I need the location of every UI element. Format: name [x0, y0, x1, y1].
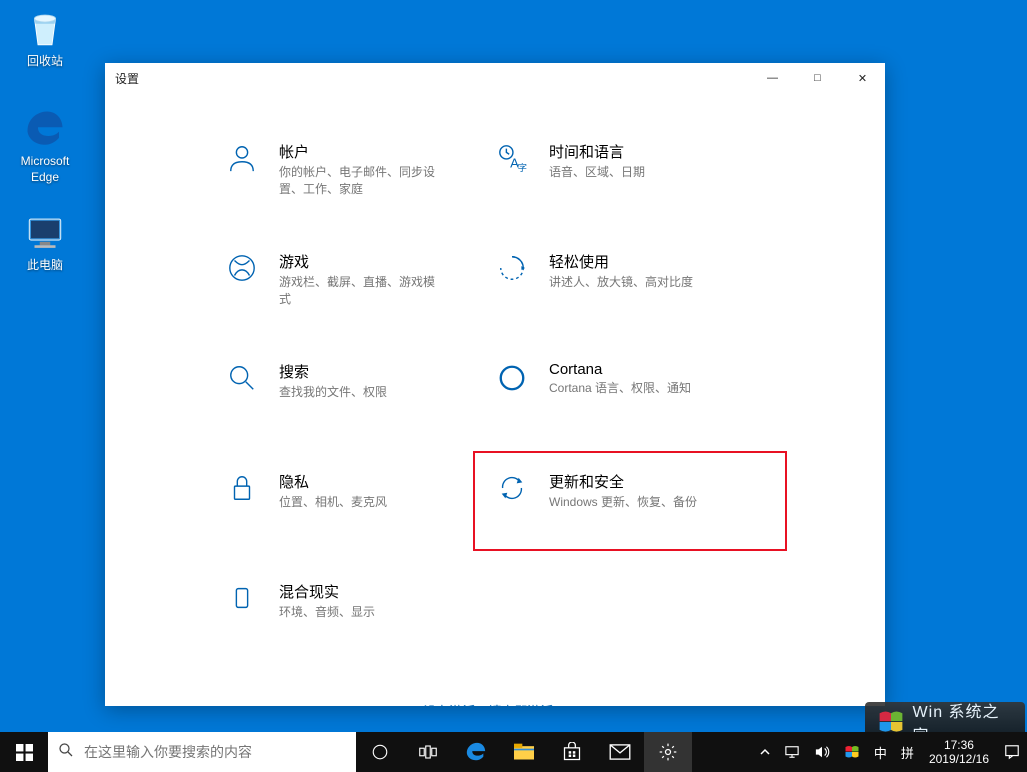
taskbar-app-store[interactable]: [548, 732, 596, 772]
ease-of-access-icon: [495, 251, 529, 285]
monitor-icon: [24, 212, 66, 254]
taskbar-search-box[interactable]: [48, 732, 356, 772]
tray-network-icon[interactable]: [777, 732, 807, 772]
settings-window: 设置 — □ ✕ 帐户 你的帐户、电子邮件、同步设置、工作、家庭: [105, 63, 885, 706]
category-title: 搜索: [279, 361, 387, 382]
desktop-icon-label: 此电脑: [8, 258, 82, 274]
category-subtitle: 讲述人、放大镜、高对比度: [549, 274, 693, 291]
tray-action-center[interactable]: [997, 732, 1027, 772]
category-cortana[interactable]: Cortana Cortana 语言、权限、通知: [495, 361, 765, 421]
window-maximize-button[interactable]: □: [795, 63, 840, 93]
category-title: 游戏: [279, 251, 439, 272]
desktop-icon-label: 回收站: [8, 54, 82, 70]
mixed-reality-icon: [225, 581, 259, 615]
desktop-icon-recycle-bin[interactable]: 回收站: [8, 8, 82, 70]
recycle-bin-icon: [24, 8, 66, 50]
window-minimize-button[interactable]: —: [750, 63, 795, 93]
cortana-icon: [495, 361, 529, 395]
category-ease-of-access[interactable]: 轻松使用 讲述人、放大镜、高对比度: [495, 251, 765, 311]
person-icon: [225, 141, 259, 175]
category-subtitle: 位置、相机、麦克风: [279, 494, 387, 511]
xbox-icon: [225, 251, 259, 285]
taskbar-app-edge[interactable]: [452, 732, 500, 772]
category-title: 更新和安全: [549, 471, 697, 492]
tray-volume-icon[interactable]: [807, 732, 837, 772]
category-subtitle: 语音、区域、日期: [549, 164, 645, 181]
edge-icon: [24, 108, 66, 150]
tray-security-icon[interactable]: [837, 732, 867, 772]
category-subtitle: Windows 更新、恢复、备份: [549, 494, 697, 511]
taskbar: 中 拼 17:36 2019/12/16: [0, 732, 1027, 772]
category-subtitle: Cortana 语言、权限、通知: [549, 380, 691, 397]
start-button[interactable]: [0, 732, 48, 772]
desktop-icon-edge[interactable]: Microsoft Edge: [8, 108, 82, 185]
svg-text:字: 字: [518, 162, 527, 173]
category-title: 轻松使用: [549, 251, 693, 272]
tray-ime-lang[interactable]: 中: [867, 732, 894, 772]
desktop-icon-label: Microsoft Edge: [8, 154, 82, 185]
window-close-button[interactable]: ✕: [840, 63, 885, 93]
search-icon: [58, 742, 74, 763]
lock-icon: [225, 471, 259, 505]
clock-date: 2019/12/16: [929, 752, 989, 766]
taskbar-search-input[interactable]: [84, 744, 346, 760]
taskbar-app-mail[interactable]: [596, 732, 644, 772]
category-subtitle: 你的帐户、电子邮件、同步设置、工作、家庭: [279, 164, 439, 198]
taskbar-app-explorer[interactable]: [500, 732, 548, 772]
sync-icon: [495, 471, 529, 505]
desktop-icon-this-pc[interactable]: 此电脑: [8, 212, 82, 274]
search-icon: [225, 361, 259, 395]
category-gaming[interactable]: 游戏 游戏栏、截屏、直播、游戏模式: [225, 251, 495, 311]
clock-time: 17:36: [944, 738, 974, 752]
cortana-button[interactable]: [356, 732, 404, 772]
category-title: Cortana: [549, 361, 691, 378]
category-title: 时间和语言: [549, 141, 645, 162]
tray-chevron-up[interactable]: [753, 732, 777, 772]
time-language-icon: A字: [495, 141, 529, 175]
activate-windows-link[interactable]: Windows 没有激活。请立即激活 Windows。: [367, 704, 623, 706]
category-mixed-reality[interactable]: 混合现实 环境、音频、显示: [225, 581, 495, 641]
category-search[interactable]: 搜索 查找我的文件、权限: [225, 361, 495, 421]
task-view-button[interactable]: [404, 732, 452, 772]
category-subtitle: 游戏栏、截屏、直播、游戏模式: [279, 274, 439, 308]
category-accounts[interactable]: 帐户 你的帐户、电子邮件、同步设置、工作、家庭: [225, 141, 495, 201]
category-update-security[interactable]: 更新和安全 Windows 更新、恢复、备份: [489, 467, 771, 535]
system-tray: 中 拼 17:36 2019/12/16: [753, 732, 1027, 772]
category-subtitle: 查找我的文件、权限: [279, 384, 387, 401]
category-subtitle: 环境、音频、显示: [279, 604, 375, 621]
tray-clock[interactable]: 17:36 2019/12/16: [921, 732, 997, 772]
window-title: 设置: [115, 70, 139, 87]
taskbar-app-settings[interactable]: [644, 732, 692, 772]
category-time-language[interactable]: A字 时间和语言 语音、区域、日期: [495, 141, 765, 201]
category-privacy[interactable]: 隐私 位置、相机、麦克风: [225, 471, 495, 531]
window-titlebar[interactable]: 设置 — □ ✕: [105, 63, 885, 93]
windows-start-icon: [16, 744, 33, 761]
category-title: 混合现实: [279, 581, 375, 602]
category-title: 隐私: [279, 471, 387, 492]
tray-ime-mode[interactable]: 拼: [894, 732, 921, 772]
category-title: 帐户: [279, 141, 439, 162]
